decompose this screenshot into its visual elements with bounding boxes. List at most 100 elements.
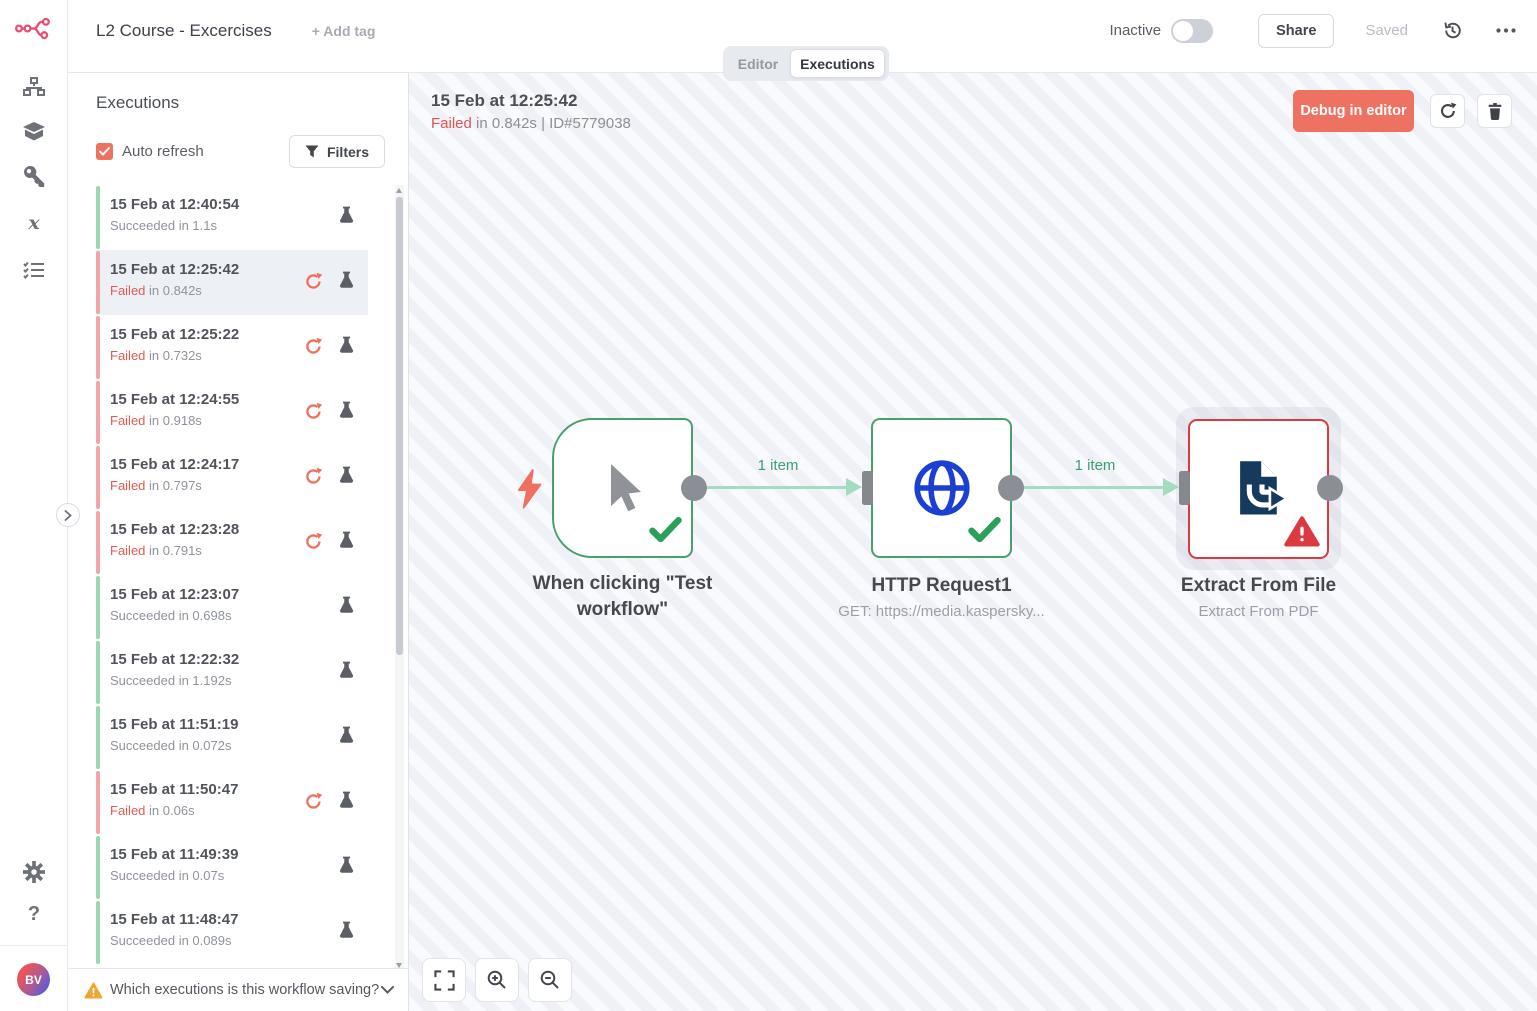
debug-flask-icon[interactable] <box>339 726 354 749</box>
execution-list-item[interactable]: 15 Feb at 12:23:07 Succeeded in 0.698s <box>96 575 368 640</box>
execution-list-item[interactable]: 15 Feb at 11:50:47 Failed in 0.06s <box>96 770 368 835</box>
debug-in-editor-button[interactable]: Debug in editor <box>1293 90 1414 132</box>
input-port-node2[interactable] <box>862 471 873 505</box>
debug-flask-icon[interactable] <box>339 271 354 294</box>
execution-status: Succeeded in 1.192s <box>110 673 231 688</box>
execution-time: 15 Feb at 12:23:28 <box>110 521 239 538</box>
node-label: When clicking "Test workflow" <box>502 571 743 622</box>
execution-status-bar <box>96 836 100 899</box>
execution-list-item[interactable]: 15 Feb at 11:48:47 Succeeded in 0.089s <box>96 900 368 965</box>
execution-status-bar <box>96 901 100 964</box>
list-scrollbar[interactable] <box>395 185 404 971</box>
retry-icon[interactable] <box>304 402 323 426</box>
retry-icon[interactable] <box>304 792 323 816</box>
node-when-clicking-test-workflow[interactable] <box>552 418 693 558</box>
retry-icon[interactable] <box>304 337 323 361</box>
n8n-logo-icon[interactable] <box>15 15 53 47</box>
input-port-node3[interactable] <box>1179 471 1190 505</box>
history-icon[interactable] <box>1442 20 1463 41</box>
execution-status: Succeeded in 0.089s <box>110 933 231 948</box>
execution-list-item[interactable]: 15 Feb at 11:51:19 Succeeded in 0.072s <box>96 705 368 770</box>
active-toggle-label: Inactive <box>1109 22 1161 39</box>
debug-flask-icon[interactable] <box>339 336 354 359</box>
executions-saving-question[interactable]: Which executions is this workflow saving… <box>68 968 408 1011</box>
success-check-icon <box>968 517 1001 548</box>
panel-expand-button[interactable] <box>56 503 80 527</box>
execution-list-item[interactable]: 15 Feb at 12:40:54 Succeeded in 1.1s <box>96 185 368 250</box>
error-warning-icon <box>1284 515 1320 552</box>
output-port-node2[interactable] <box>998 475 1024 501</box>
debug-flask-icon[interactable] <box>339 206 354 229</box>
toggle-knob <box>1173 21 1193 41</box>
scrollbar-thumb[interactable] <box>396 197 403 655</box>
execution-status-word: Failed <box>431 115 472 132</box>
scroll-up-icon[interactable] <box>396 188 402 193</box>
share-button[interactable]: Share <box>1258 14 1334 48</box>
execution-status: Succeeded in 0.698s <box>110 608 231 623</box>
execution-list-item[interactable]: 15 Feb at 12:22:32 Succeeded in 1.192s <box>96 640 368 705</box>
help-icon[interactable]: ? <box>0 903 68 926</box>
execution-time: 15 Feb at 12:25:42 <box>110 261 239 278</box>
output-port-node3[interactable] <box>1317 475 1343 501</box>
workflow-title[interactable]: L2 Course - Excercises <box>96 21 272 41</box>
execution-status-bar <box>96 251 100 314</box>
user-avatar[interactable]: BV <box>17 963 50 996</box>
execution-status: Failed in 0.06s <box>110 803 195 818</box>
execution-status-bar <box>96 771 100 834</box>
node-extract-from-file[interactable] <box>1188 419 1329 559</box>
add-tag-button[interactable]: + Add tag <box>312 23 376 39</box>
more-options-icon[interactable] <box>1496 28 1516 33</box>
node-subtitle: GET: https://media.kaspersky... <box>821 602 1062 622</box>
connection-line-1 <box>707 486 855 489</box>
node-http-request1[interactable] <box>871 418 1012 558</box>
output-port-node1[interactable] <box>681 475 707 501</box>
funnel-icon <box>305 145 319 158</box>
tab-editor[interactable]: Editor <box>726 56 790 72</box>
executions-icon[interactable] <box>0 261 68 279</box>
refresh-execution-button[interactable] <box>1430 94 1465 128</box>
debug-flask-icon[interactable] <box>339 401 354 424</box>
filters-button[interactable]: Filters <box>289 135 385 168</box>
execution-list-item[interactable]: 15 Feb at 12:25:22 Failed in 0.732s <box>96 315 368 380</box>
zoom-out-button[interactable] <box>528 958 572 1002</box>
active-toggle[interactable] <box>1171 19 1213 43</box>
execution-list-item[interactable]: 15 Feb at 11:49:39 Succeeded in 0.07s <box>96 835 368 900</box>
execution-time-heading: 15 Feb at 12:25:42 <box>431 91 577 111</box>
retry-icon[interactable] <box>304 467 323 491</box>
debug-flask-icon[interactable] <box>339 921 354 944</box>
execution-list-item[interactable]: 15 Feb at 12:25:42 Failed in 0.842s <box>96 250 368 315</box>
fit-view-button[interactable] <box>422 958 466 1002</box>
debug-flask-icon[interactable] <box>339 661 354 684</box>
templates-icon[interactable] <box>0 121 68 141</box>
execution-status-bar <box>96 576 100 639</box>
zoom-in-button[interactable] <box>475 958 519 1002</box>
execution-time: 15 Feb at 12:24:55 <box>110 391 239 408</box>
retry-icon[interactable] <box>304 532 323 556</box>
tab-executions[interactable]: Executions <box>790 49 885 78</box>
retry-icon[interactable] <box>304 272 323 296</box>
debug-flask-icon[interactable] <box>339 791 354 814</box>
execution-list-item[interactable]: 15 Feb at 12:23:28 Failed in 0.791s <box>96 510 368 575</box>
settings-gear-icon[interactable] <box>0 861 68 883</box>
credentials-icon[interactable] <box>0 166 68 187</box>
variables-icon[interactable]: x <box>0 212 68 234</box>
node-subtitle: Extract From PDF <box>1138 602 1379 622</box>
delete-execution-button[interactable] <box>1477 94 1512 128</box>
execution-status-bar <box>96 641 100 704</box>
execution-time: 15 Feb at 12:24:17 <box>110 456 239 473</box>
execution-status: Failed in 0.797s <box>110 478 202 493</box>
debug-flask-icon[interactable] <box>339 596 354 619</box>
auto-refresh-label[interactable]: Auto refresh <box>122 143 204 160</box>
panel-title: Executions <box>96 93 179 113</box>
workflows-icon[interactable] <box>0 77 68 96</box>
execution-list: 15 Feb at 12:40:54 Succeeded in 1.1s 15 … <box>68 185 394 971</box>
execution-time: 15 Feb at 12:25:22 <box>110 326 239 343</box>
debug-flask-icon[interactable] <box>339 531 354 554</box>
debug-flask-icon[interactable] <box>339 856 354 879</box>
execution-list-item[interactable]: 15 Feb at 12:24:17 Failed in 0.797s <box>96 445 368 510</box>
workflow-canvas[interactable]: 15 Feb at 12:25:42 Failed in 0.842s | ID… <box>409 73 1537 1011</box>
auto-refresh-checkbox[interactable] <box>96 143 113 160</box>
connection-items-label: 1 item <box>728 457 828 474</box>
execution-list-item[interactable]: 15 Feb at 12:24:55 Failed in 0.918s <box>96 380 368 445</box>
debug-flask-icon[interactable] <box>339 466 354 489</box>
